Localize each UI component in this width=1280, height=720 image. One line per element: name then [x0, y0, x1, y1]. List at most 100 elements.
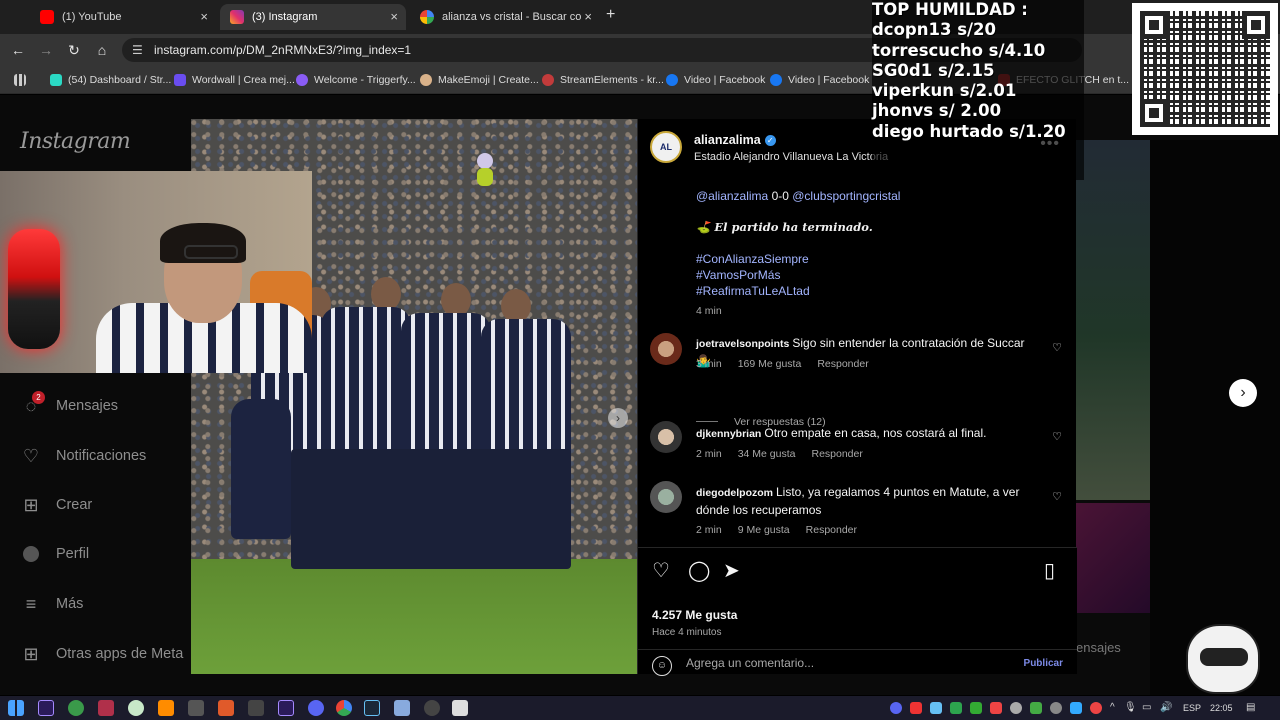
- comment-likes[interactable]: 9 Me gusta: [738, 524, 790, 536]
- messages-badge: 2: [32, 391, 45, 404]
- tray-app-icon[interactable]: [910, 702, 922, 714]
- tray-app-icon[interactable]: [1050, 702, 1062, 714]
- app-icon[interactable]: [452, 700, 468, 716]
- steam-icon[interactable]: [364, 700, 380, 716]
- sidebar-item-meta-apps[interactable]: ⊞ Otras apps de Meta: [20, 641, 183, 667]
- sidebar-item-notifications[interactable]: ♡ Notificaciones: [20, 443, 146, 469]
- clock[interactable]: 22:05: [1210, 700, 1233, 716]
- author-username[interactable]: alianzalima ✓: [694, 133, 776, 147]
- tray-app-icon[interactable]: [1010, 702, 1022, 714]
- caption-mention[interactable]: @alianzalima: [696, 189, 768, 203]
- comment-input[interactable]: [686, 656, 1006, 670]
- notifications-icon[interactable]: ▤: [1246, 700, 1255, 716]
- network-icon[interactable]: ▭: [1142, 700, 1151, 716]
- bookmark-makeemoji[interactable]: MakeEmoji | Create...: [420, 72, 539, 88]
- app-icon[interactable]: [248, 700, 264, 716]
- emoji-icon[interactable]: ☺: [652, 656, 672, 676]
- app-icon[interactable]: [98, 700, 114, 716]
- vlc-icon[interactable]: [158, 700, 174, 716]
- tray-discord-icon[interactable]: [890, 702, 902, 714]
- bookmark-triggerfy[interactable]: Welcome - Triggerfy...: [296, 72, 416, 88]
- commenter-username[interactable]: joetravelsonpoints: [696, 338, 789, 350]
- comment-like-icon[interactable]: ♡: [1052, 341, 1062, 354]
- app-icon[interactable]: [218, 700, 234, 716]
- app-icon[interactable]: [394, 700, 410, 716]
- commenter-username[interactable]: diegodelpozom: [696, 487, 773, 499]
- comment-meta: 3 min 169 Me gusta Responder: [696, 358, 869, 370]
- save-bookmark-icon[interactable]: ▯: [1044, 558, 1055, 583]
- instagram-logo[interactable]: Instagram: [20, 129, 131, 154]
- comment-like-icon[interactable]: ♡: [1052, 430, 1062, 443]
- emoji-sticker: [477, 153, 493, 186]
- language-indicator[interactable]: ESP: [1183, 700, 1201, 716]
- tab-google-search[interactable]: alianza vs cristal - Buscar con G ×: [410, 4, 600, 30]
- premiere-icon[interactable]: [38, 700, 54, 716]
- sidebar-item-messages[interactable]: ◌ 2 Mensajes: [20, 391, 118, 419]
- hashtag[interactable]: #ReafirmaTuLeALtad: [696, 284, 810, 298]
- obs-icon[interactable]: [424, 700, 440, 716]
- bookmark-dashboard[interactable]: (54) Dashboard / Str...: [50, 72, 171, 88]
- tray-app-icon[interactable]: [1090, 702, 1102, 714]
- tray-app-icon[interactable]: [1030, 702, 1042, 714]
- sidebar-item-profile[interactable]: Perfil: [20, 541, 89, 567]
- sidebar-item-more[interactable]: ≡ Más: [20, 591, 84, 617]
- reply-button[interactable]: Responder: [806, 524, 857, 536]
- tab-instagram[interactable]: (3) Instagram ×: [220, 4, 406, 30]
- next-post-button[interactable]: ›: [1229, 379, 1257, 407]
- mic-tray-icon[interactable]: 🎙: [1124, 700, 1137, 716]
- tray-overflow-icon[interactable]: ^: [1110, 700, 1115, 716]
- commenter-avatar[interactable]: [650, 333, 682, 365]
- author-avatar[interactable]: AL: [650, 131, 682, 163]
- forward-icon[interactable]: →: [36, 40, 56, 60]
- home-icon[interactable]: ⌂: [92, 40, 112, 60]
- tray-app-icon[interactable]: [990, 702, 1002, 714]
- reply-button[interactable]: Responder: [811, 448, 862, 460]
- app-icon[interactable]: [128, 700, 144, 716]
- back-icon[interactable]: ←: [8, 40, 28, 60]
- donor-entry: dcopn13 s/20: [872, 20, 996, 40]
- bookmark-wordwall[interactable]: Wordwall | Crea mej...: [174, 72, 295, 88]
- tray-app-icon[interactable]: [970, 702, 982, 714]
- comment-like-icon[interactable]: ♡: [1052, 490, 1062, 503]
- after-effects-icon[interactable]: [278, 700, 294, 716]
- likes-count[interactable]: 4.257 Me gusta: [652, 608, 737, 622]
- image-next-arrow[interactable]: ›: [608, 408, 628, 428]
- start-icon[interactable]: [8, 700, 24, 716]
- like-icon[interactable]: ♡: [652, 558, 670, 583]
- app-icon[interactable]: [68, 700, 84, 716]
- hashtag[interactable]: #VamosPorMás: [696, 268, 780, 282]
- tab-youtube[interactable]: (1) YouTube ×: [30, 4, 216, 30]
- bookmark-facebook-2[interactable]: Video | Facebook: [770, 72, 869, 88]
- close-tab-icon[interactable]: ×: [390, 9, 398, 24]
- reload-icon[interactable]: ↻: [64, 40, 84, 60]
- reply-button[interactable]: Responder: [817, 358, 868, 370]
- sidebar-item-create[interactable]: ⊞ Crear: [20, 492, 92, 518]
- share-icon[interactable]: ➤: [723, 558, 740, 583]
- close-tab-icon[interactable]: ×: [200, 9, 208, 24]
- volume-icon[interactable]: 🔊: [1160, 700, 1172, 716]
- commenter-username[interactable]: djkennybrian: [696, 428, 761, 440]
- comment-icon[interactable]: ◯: [688, 558, 710, 583]
- caption-mention[interactable]: @clubsportingcristal: [792, 189, 900, 203]
- new-tab-button[interactable]: +: [606, 6, 615, 24]
- tray-steam-icon[interactable]: [930, 702, 942, 714]
- site-settings-icon[interactable]: ☰: [132, 38, 143, 62]
- post-location[interactable]: Estadio Alejandro Villanueva La Victoria: [694, 151, 888, 163]
- comment-likes[interactable]: 169 Me gusta: [738, 358, 802, 370]
- webcam-overlay: [0, 171, 312, 373]
- close-tab-icon[interactable]: ×: [584, 9, 592, 24]
- publish-button[interactable]: Publicar: [1024, 658, 1063, 669]
- bookmark-streamelements[interactable]: StreamElements - kr...: [542, 72, 664, 88]
- commenter-avatar[interactable]: [650, 421, 682, 453]
- app-icon[interactable]: [188, 700, 204, 716]
- discord-icon[interactable]: [308, 700, 324, 716]
- chrome-icon[interactable]: [336, 700, 352, 716]
- tray-app-icon[interactable]: [950, 702, 962, 714]
- hashtag[interactable]: #ConAlianzaSiempre: [696, 252, 809, 266]
- comment-likes[interactable]: 34 Me gusta: [738, 448, 796, 460]
- commenter-avatar[interactable]: [650, 481, 682, 513]
- post-side-panel: AL alianzalima ✓ Estadio Alejandro Villan…: [637, 119, 1077, 676]
- apps-grid-icon[interactable]: [14, 72, 32, 88]
- bookmark-facebook-1[interactable]: Video | Facebook: [666, 72, 765, 88]
- tray-app-icon[interactable]: [1070, 702, 1082, 714]
